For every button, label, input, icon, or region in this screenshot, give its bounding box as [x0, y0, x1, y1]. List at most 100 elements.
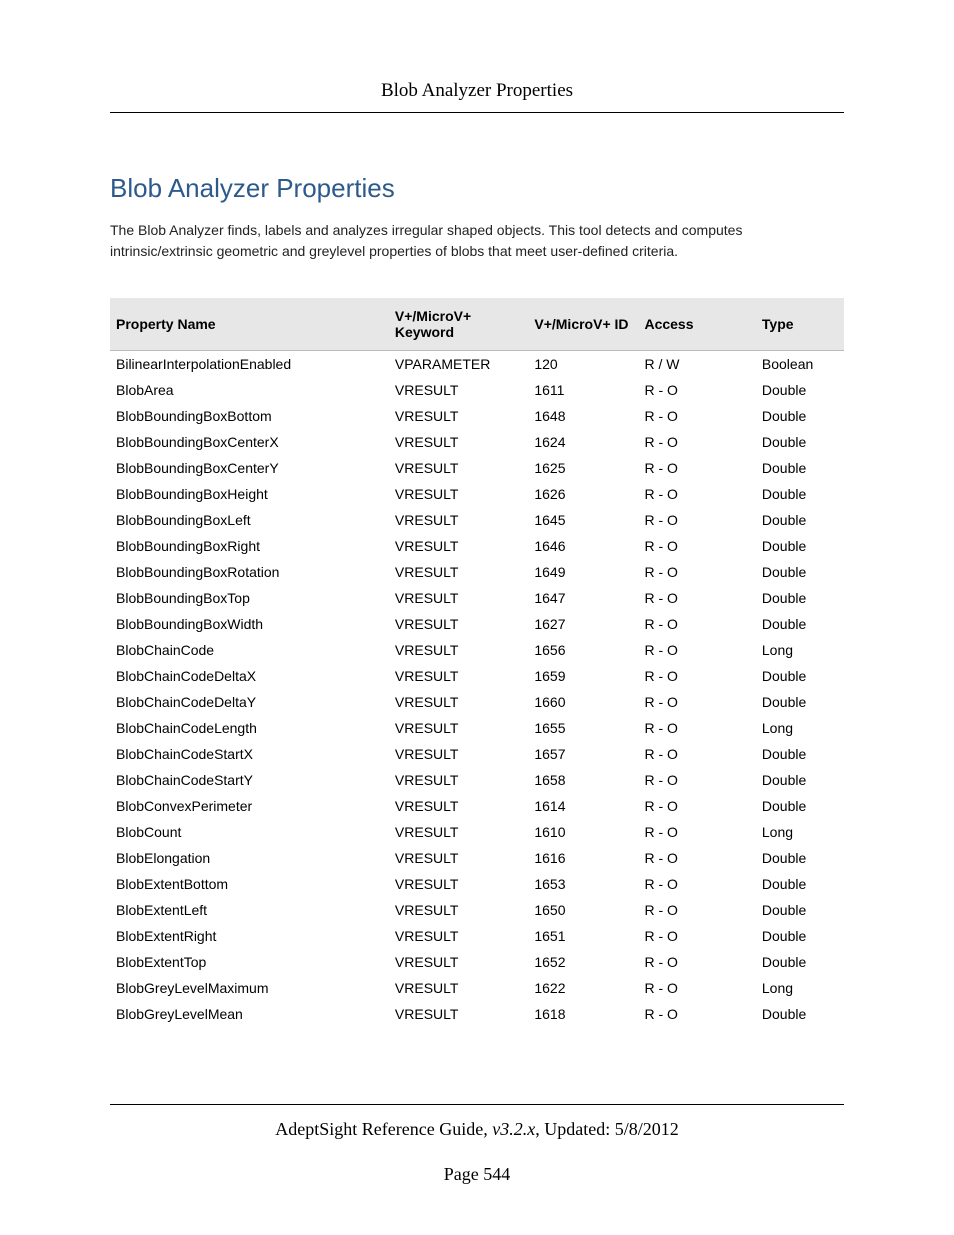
table-row: BlobExtentLeftVRESULT1650R - ODouble	[110, 897, 844, 923]
cell-access: R - O	[638, 559, 755, 585]
table-row: BlobBoundingBoxRightVRESULT1646R - ODoub…	[110, 533, 844, 559]
cell-access: R - O	[638, 793, 755, 819]
table-row: BlobChainCodeStartXVRESULT1657R - ODoubl…	[110, 741, 844, 767]
table-row: BlobGreyLevelMeanVRESULT1618R - ODouble	[110, 1001, 844, 1027]
cell-type: Double	[756, 533, 844, 559]
cell-type: Double	[756, 793, 844, 819]
cell-name: BlobGreyLevelMaximum	[110, 975, 389, 1001]
cell-name: BlobGreyLevelMean	[110, 1001, 389, 1027]
cell-id: 1627	[528, 611, 638, 637]
table-row: BlobElongationVRESULT1616R - ODouble	[110, 845, 844, 871]
cell-keyword: VRESULT	[389, 637, 528, 663]
cell-keyword: VRESULT	[389, 897, 528, 923]
cell-keyword: VRESULT	[389, 975, 528, 1001]
table-row: BlobBoundingBoxHeightVRESULT1626R - ODou…	[110, 481, 844, 507]
cell-id: 1645	[528, 507, 638, 533]
cell-type: Double	[756, 871, 844, 897]
cell-keyword: VRESULT	[389, 455, 528, 481]
cell-id: 1660	[528, 689, 638, 715]
cell-access: R - O	[638, 377, 755, 403]
cell-type: Double	[756, 377, 844, 403]
document-page: Blob Analyzer Properties Blob Analyzer P…	[0, 0, 954, 1235]
cell-keyword: VRESULT	[389, 1001, 528, 1027]
cell-access: R - O	[638, 663, 755, 689]
cell-id: 1625	[528, 455, 638, 481]
cell-type: Double	[756, 663, 844, 689]
table-row: BlobExtentTopVRESULT1652R - ODouble	[110, 949, 844, 975]
cell-name: BlobBoundingBoxCenterY	[110, 455, 389, 481]
cell-name: BlobExtentRight	[110, 923, 389, 949]
cell-type: Double	[756, 689, 844, 715]
cell-keyword: VRESULT	[389, 793, 528, 819]
footer-rule	[110, 1104, 844, 1105]
cell-keyword: VRESULT	[389, 923, 528, 949]
cell-keyword: VRESULT	[389, 741, 528, 767]
cell-keyword: VRESULT	[389, 871, 528, 897]
col-header-id: V+/MicroV+ ID	[528, 298, 638, 351]
table-row: BlobBoundingBoxRotationVRESULT1649R - OD…	[110, 559, 844, 585]
cell-type: Double	[756, 585, 844, 611]
cell-access: R - O	[638, 689, 755, 715]
cell-id: 1659	[528, 663, 638, 689]
cell-id: 1624	[528, 429, 638, 455]
cell-name: BlobExtentTop	[110, 949, 389, 975]
cell-name: BlobBoundingBoxHeight	[110, 481, 389, 507]
cell-id: 1657	[528, 741, 638, 767]
cell-keyword: VRESULT	[389, 429, 528, 455]
cell-access: R - O	[638, 975, 755, 1001]
cell-name: BlobConvexPerimeter	[110, 793, 389, 819]
cell-keyword: VRESULT	[389, 767, 528, 793]
cell-type: Double	[756, 897, 844, 923]
cell-keyword: VRESULT	[389, 663, 528, 689]
cell-id: 1652	[528, 949, 638, 975]
col-header-type: Type	[756, 298, 844, 351]
cell-access: R - O	[638, 767, 755, 793]
cell-name: BlobArea	[110, 377, 389, 403]
cell-id: 1656	[528, 637, 638, 663]
cell-id: 1651	[528, 923, 638, 949]
cell-name: BlobBoundingBoxLeft	[110, 507, 389, 533]
cell-type: Long	[756, 637, 844, 663]
cell-id: 1616	[528, 845, 638, 871]
cell-access: R - O	[638, 741, 755, 767]
cell-access: R - O	[638, 585, 755, 611]
cell-name: BlobChainCodeDeltaY	[110, 689, 389, 715]
page-number: Page 544	[110, 1164, 844, 1185]
cell-id: 1646	[528, 533, 638, 559]
col-header-access: Access	[638, 298, 755, 351]
cell-access: R - O	[638, 611, 755, 637]
table-row: BlobBoundingBoxCenterYVRESULT1625R - ODo…	[110, 455, 844, 481]
cell-access: R - O	[638, 923, 755, 949]
cell-access: R - O	[638, 871, 755, 897]
cell-id: 1611	[528, 377, 638, 403]
cell-id: 1626	[528, 481, 638, 507]
page-footer: AdeptSight Reference Guide, v3.2.x, Upda…	[110, 1104, 844, 1185]
cell-name: BlobBoundingBoxRight	[110, 533, 389, 559]
cell-type: Long	[756, 975, 844, 1001]
cell-keyword: VRESULT	[389, 949, 528, 975]
cell-access: R - O	[638, 481, 755, 507]
table-row: BlobChainCodeDeltaXVRESULT1659R - ODoubl…	[110, 663, 844, 689]
table-row: BlobChainCodeVRESULT1656R - OLong	[110, 637, 844, 663]
cell-id: 1614	[528, 793, 638, 819]
intro-paragraph: The Blob Analyzer finds, labels and anal…	[110, 220, 844, 262]
cell-id: 1648	[528, 403, 638, 429]
table-row: BlobChainCodeDeltaYVRESULT1660R - ODoubl…	[110, 689, 844, 715]
cell-type: Double	[756, 923, 844, 949]
cell-type: Long	[756, 819, 844, 845]
cell-name: BlobChainCode	[110, 637, 389, 663]
cell-type: Double	[756, 507, 844, 533]
table-row: BilinearInterpolationEnabledVPARAMETER12…	[110, 351, 844, 378]
cell-keyword: VRESULT	[389, 819, 528, 845]
cell-name: BlobChainCodeStartX	[110, 741, 389, 767]
table-row: BlobBoundingBoxTopVRESULT1647R - ODouble	[110, 585, 844, 611]
cell-type: Double	[756, 949, 844, 975]
cell-id: 1647	[528, 585, 638, 611]
cell-access: R - O	[638, 897, 755, 923]
cell-access: R - O	[638, 1001, 755, 1027]
cell-id: 1618	[528, 1001, 638, 1027]
cell-access: R - O	[638, 455, 755, 481]
table-row: BlobBoundingBoxCenterXVRESULT1624R - ODo…	[110, 429, 844, 455]
cell-keyword: VRESULT	[389, 845, 528, 871]
table-row: BlobConvexPerimeterVRESULT1614R - ODoubl…	[110, 793, 844, 819]
